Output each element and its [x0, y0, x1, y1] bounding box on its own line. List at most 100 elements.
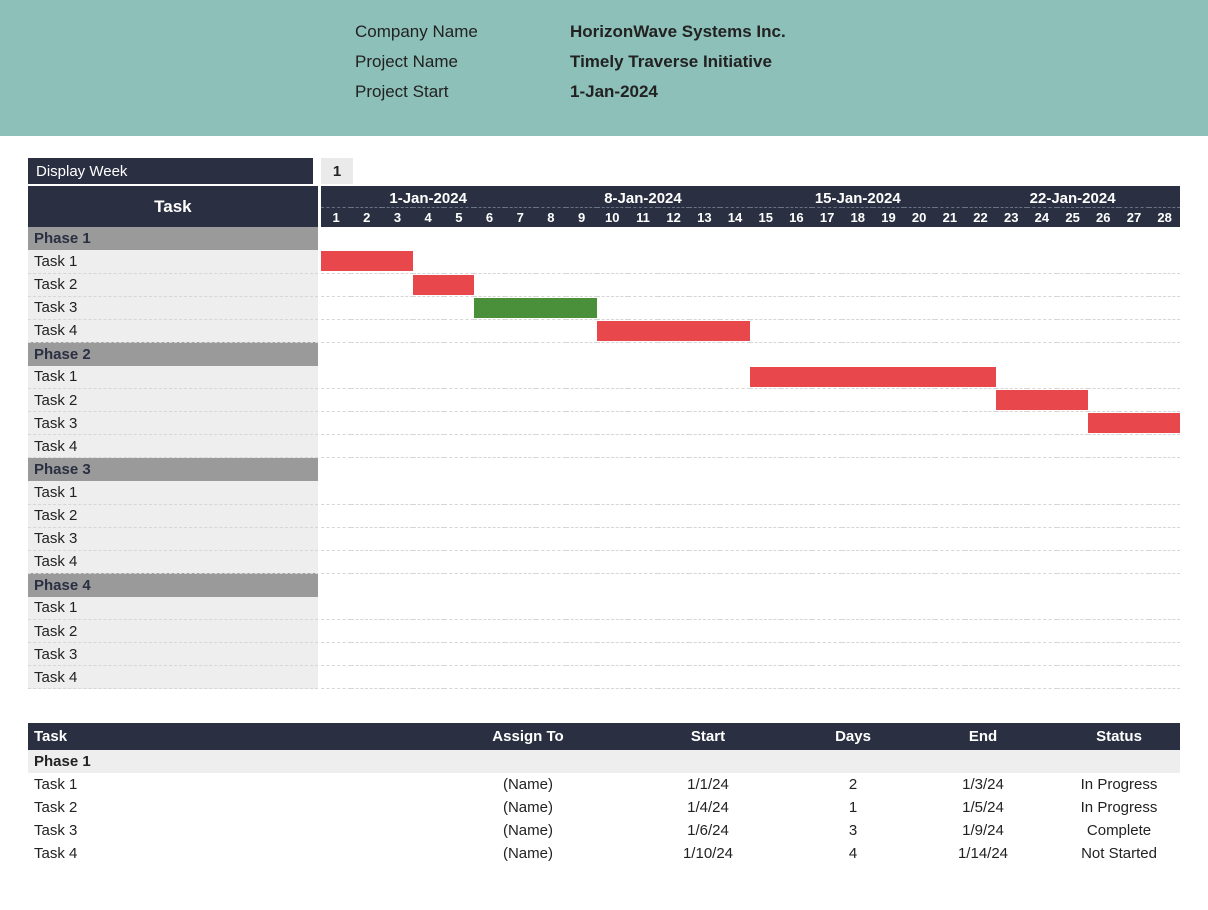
gantt-cell — [812, 481, 843, 504]
project-value: Timely Traverse Initiative — [570, 52, 1208, 72]
header-band: Company Name HorizonWave Systems Inc. Pr… — [0, 0, 1208, 136]
gantt-cell — [935, 527, 966, 550]
phase-row: Phase 4 — [28, 573, 1180, 597]
gantt-cell — [812, 458, 843, 482]
gantt-bar[interactable] — [781, 367, 812, 387]
gantt-cell — [720, 643, 751, 666]
gantt-bar[interactable] — [1088, 413, 1119, 433]
gantt-cell — [842, 296, 873, 319]
gantt-cell — [996, 342, 1027, 366]
gantt-bar[interactable] — [842, 367, 873, 387]
gantt-bar[interactable] — [321, 251, 352, 271]
gantt-cell — [536, 342, 567, 366]
gantt-cell — [566, 527, 597, 550]
gantt-cell — [935, 481, 966, 504]
gantt-cell — [1149, 597, 1180, 620]
gantt-cell — [1057, 296, 1088, 319]
gantt-bar[interactable] — [566, 298, 597, 318]
gantt-cell — [413, 435, 444, 458]
task-label: Task 2 — [28, 273, 318, 296]
gantt-cell — [628, 550, 659, 573]
gantt-bar[interactable] — [1119, 413, 1150, 433]
gantt-bar[interactable] — [1027, 390, 1058, 410]
gantt-cell — [658, 643, 689, 666]
gantt-cell — [1057, 481, 1088, 504]
gantt-cell — [536, 620, 567, 643]
gantt-cell — [842, 319, 873, 342]
gantt-cell — [597, 597, 628, 620]
gantt-cell — [536, 273, 567, 296]
gantt-bar[interactable] — [413, 275, 444, 295]
gantt-cell — [935, 319, 966, 342]
gantt-cell — [566, 227, 597, 250]
gantt-cell — [842, 412, 873, 435]
gantt-cell — [444, 597, 475, 620]
gantt-bar[interactable] — [628, 321, 659, 341]
day-header: 17 — [812, 208, 843, 228]
gantt-bar[interactable] — [1149, 413, 1180, 433]
gantt-cell — [904, 435, 935, 458]
gantt-bar[interactable] — [996, 390, 1027, 410]
gantt-bar[interactable] — [536, 298, 567, 318]
gantt-cell — [505, 412, 536, 435]
gantt-cell — [351, 296, 382, 319]
gantt-bar[interactable] — [873, 367, 904, 387]
gantt-bar[interactable] — [505, 298, 536, 318]
gantt-cell — [1149, 250, 1180, 273]
gantt-bar[interactable] — [597, 321, 628, 341]
gantt-cell — [413, 458, 444, 482]
gantt-cell — [965, 389, 996, 412]
gantt-cell — [842, 435, 873, 458]
gantt-cell — [1119, 527, 1150, 550]
gantt-bar[interactable] — [351, 251, 382, 271]
week-header: 15-Jan-2024 — [750, 186, 965, 208]
detail-status: In Progress — [1058, 796, 1180, 819]
gantt-cell — [781, 435, 812, 458]
gantt-cell — [1088, 666, 1119, 689]
phase-label: Phase 3 — [28, 458, 318, 482]
task-row: Task 1 — [28, 250, 1180, 273]
detail-end: 1/14/24 — [908, 842, 1058, 865]
gantt-cell — [1057, 550, 1088, 573]
gantt-bar[interactable] — [965, 367, 996, 387]
gantt-bar[interactable] — [935, 367, 966, 387]
gantt-cell — [536, 573, 567, 597]
gantt-cell — [566, 504, 597, 527]
gantt-cell — [781, 527, 812, 550]
gantt-cell — [413, 643, 444, 666]
gantt-cell — [1057, 458, 1088, 482]
gantt-cell — [904, 296, 935, 319]
gantt-bar[interactable] — [904, 367, 935, 387]
gantt-cell — [1057, 342, 1088, 366]
day-header: 18 — [842, 208, 873, 228]
gantt-cell — [597, 296, 628, 319]
gantt-bar[interactable] — [382, 251, 413, 271]
gantt-cell — [505, 389, 536, 412]
gantt-cell — [351, 227, 382, 250]
gantt-bar[interactable] — [812, 367, 843, 387]
gantt-cell — [474, 597, 505, 620]
gantt-bar[interactable] — [689, 321, 720, 341]
gantt-bar[interactable] — [1057, 390, 1088, 410]
gantt-cell — [1027, 550, 1058, 573]
gantt-cell — [444, 227, 475, 250]
detail-task: Task 4 — [28, 842, 438, 865]
display-week-value[interactable]: 1 — [321, 158, 353, 184]
gantt-cell — [505, 342, 536, 366]
gantt-bar[interactable] — [444, 275, 475, 295]
gantt-cell — [536, 435, 567, 458]
gantt-cell — [474, 504, 505, 527]
gantt-cell — [935, 366, 966, 389]
gantt-bar[interactable] — [474, 298, 505, 318]
gantt-bar[interactable] — [750, 367, 781, 387]
gantt-cell — [812, 227, 843, 250]
gantt-cell — [413, 366, 444, 389]
col-end: End — [908, 723, 1058, 750]
gantt-cell — [658, 319, 689, 342]
gantt-cell — [474, 458, 505, 482]
gantt-bar[interactable] — [658, 321, 689, 341]
gantt-cell — [628, 319, 659, 342]
gantt-cell — [720, 296, 751, 319]
gantt-bar[interactable] — [720, 321, 751, 341]
gantt-cell — [965, 250, 996, 273]
